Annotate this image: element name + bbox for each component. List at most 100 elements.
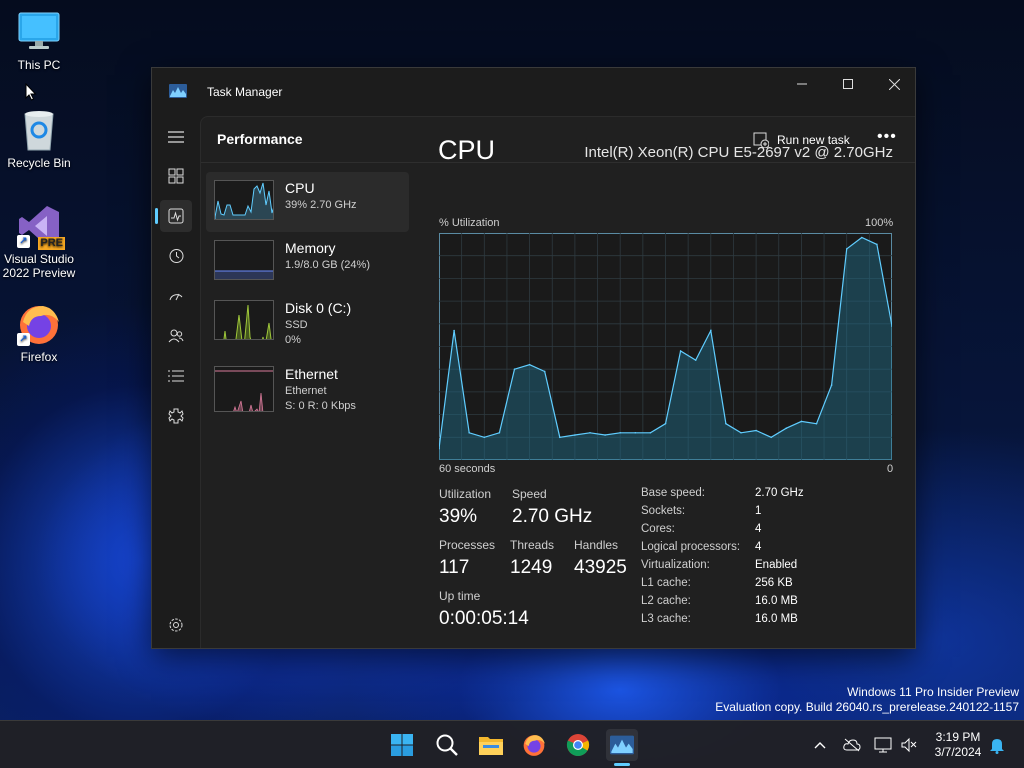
- sidebar-nav: [152, 116, 200, 648]
- settings-icon: [169, 618, 183, 632]
- spec-key: Virtualization:: [641, 559, 710, 571]
- ethernet-thumbnail-graph: [214, 366, 274, 412]
- threads-label: Threads: [510, 538, 555, 552]
- spec-key: Base speed:: [641, 487, 705, 499]
- nav-details[interactable]: [160, 360, 192, 392]
- resource-name: Ethernet: [285, 366, 338, 382]
- graph-y-label: % Utilization: [439, 217, 500, 229]
- search-button[interactable]: [431, 729, 463, 761]
- recycle-bin-icon: [17, 108, 61, 152]
- memory-thumbnail-graph: [214, 240, 274, 280]
- threads-value: 1249: [510, 557, 553, 578]
- utilization-value: 39%: [439, 506, 478, 527]
- resource-sub1: 1.9/8.0 GB (24%): [285, 259, 370, 271]
- network-icon: [874, 737, 892, 753]
- desktop-icon-recycle-bin[interactable]: Recycle Bin: [0, 108, 78, 170]
- task-manager-window: Task Manager Performance Run new task ••…: [151, 67, 916, 649]
- running-indicator: [614, 763, 630, 766]
- app-history-icon: [169, 249, 184, 263]
- speed-value: 2.70 GHz: [512, 506, 593, 527]
- chrome-taskbar-button[interactable]: [562, 729, 594, 761]
- services-icon: [168, 408, 184, 424]
- network-button[interactable]: [872, 735, 894, 755]
- detail-title: CPU: [438, 135, 496, 165]
- shortcut-arrow-icon: ↗: [17, 235, 30, 248]
- utilization-point: [574, 434, 576, 436]
- search-icon: [436, 734, 458, 756]
- resource-name: Memory: [285, 240, 336, 256]
- resource-item-memory[interactable]: Memory 1.9/8.0 GB (24%): [206, 232, 409, 292]
- task-manager-icon: [610, 735, 634, 755]
- spec-value: 1: [755, 505, 762, 517]
- resource-name: CPU: [285, 180, 315, 196]
- more-options-button[interactable]: •••: [877, 129, 897, 145]
- resource-sub2: 0%: [285, 334, 301, 346]
- utilization-point: [559, 436, 561, 439]
- spec-key: Logical processors:: [641, 541, 741, 553]
- utilization-label: Utilization: [439, 487, 492, 501]
- users-icon: [168, 329, 184, 343]
- nav-settings[interactable]: [160, 609, 192, 641]
- resource-item-ethernet[interactable]: Ethernet Ethernet S: 0 R: 0 Kbps: [206, 358, 409, 418]
- nav-menu-button[interactable]: [160, 121, 192, 153]
- spec-value: 2.70 GHz: [755, 487, 804, 499]
- nav-performance[interactable]: [160, 200, 192, 232]
- desktop-icon-firefox[interactable]: ↗ Firefox: [0, 302, 78, 364]
- graph-x-label: 60 seconds: [439, 463, 496, 475]
- notifications-button[interactable]: [986, 735, 1008, 755]
- this-pc-icon: [17, 10, 61, 54]
- nav-active-indicator: [155, 208, 158, 224]
- file-explorer-button[interactable]: [475, 729, 507, 761]
- resource-sub1: 39% 2.70 GHz: [285, 199, 357, 211]
- desktop-icon-this-pc[interactable]: This PC: [0, 10, 78, 72]
- desktop-icon-visual-studio[interactable]: PRE ↗ Visual Studio 2022 Preview: [0, 204, 78, 280]
- spec-value: 16.0 MB: [755, 613, 798, 625]
- utilization-point: [604, 434, 606, 436]
- processes-value: 117: [439, 557, 470, 578]
- nav-users[interactable]: [160, 320, 192, 352]
- processes-icon: [168, 168, 184, 184]
- nav-app-history[interactable]: [160, 240, 192, 272]
- spec-value: 256 KB: [755, 577, 793, 589]
- resource-item-cpu[interactable]: CPU 39% 2.70 GHz: [206, 172, 409, 232]
- show-hidden-icons-button[interactable]: [809, 735, 831, 755]
- windows-watermark: Windows 11 Pro Insider Preview Evaluatio…: [715, 685, 1019, 715]
- taskbar-clock[interactable]: 3:19 PM 3/7/2024: [926, 730, 990, 760]
- speed-label: Speed: [512, 487, 547, 501]
- bell-icon: [990, 738, 1004, 754]
- minimize-icon: [797, 83, 807, 85]
- graph-x-min: 0: [887, 463, 894, 475]
- start-button[interactable]: [386, 729, 418, 761]
- uptime-label: Up time: [439, 589, 481, 603]
- close-button[interactable]: [871, 68, 915, 100]
- utilization-point: [770, 436, 772, 439]
- volume-muted-icon: [901, 737, 917, 753]
- clock-time: 3:19 PM: [935, 730, 981, 744]
- shortcut-arrow-icon: ↗: [17, 333, 30, 346]
- nav-startup-apps[interactable]: [160, 280, 192, 312]
- maximize-button[interactable]: [825, 68, 871, 100]
- volume-button[interactable]: [898, 735, 920, 755]
- nav-services[interactable]: [160, 400, 192, 432]
- utilization-point: [649, 431, 652, 434]
- uptime-value: 0:00:05:14: [439, 608, 529, 629]
- cpu-utilization-graph: [439, 233, 892, 460]
- resource-item-disk[interactable]: Disk 0 (C:) SSD 0%: [206, 292, 409, 352]
- nav-processes[interactable]: [160, 160, 192, 192]
- minimize-button[interactable]: [779, 68, 825, 100]
- utilization-point: [740, 431, 742, 434]
- utilization-point: [845, 248, 848, 250]
- spec-value: 4: [755, 523, 762, 535]
- task-manager-taskbar-button[interactable]: [606, 729, 638, 761]
- title-bar[interactable]: Task Manager: [152, 68, 915, 116]
- onedrive-button[interactable]: [841, 735, 863, 755]
- firefox-taskbar-button[interactable]: [518, 729, 550, 761]
- resource-name: Disk 0 (C:): [285, 300, 352, 316]
- cpu-model-name: Intel(R) Xeon(R) CPU E5-2697 v2 @ 2.70GH…: [584, 144, 893, 161]
- graph-y-max: 100%: [865, 217, 894, 229]
- visual-studio-icon: PRE ↗: [17, 204, 65, 250]
- utilization-point: [876, 243, 878, 246]
- spec-value: Enabled: [755, 559, 798, 571]
- cpu-thumbnail-graph: [214, 180, 274, 220]
- page-title: Performance: [217, 131, 303, 147]
